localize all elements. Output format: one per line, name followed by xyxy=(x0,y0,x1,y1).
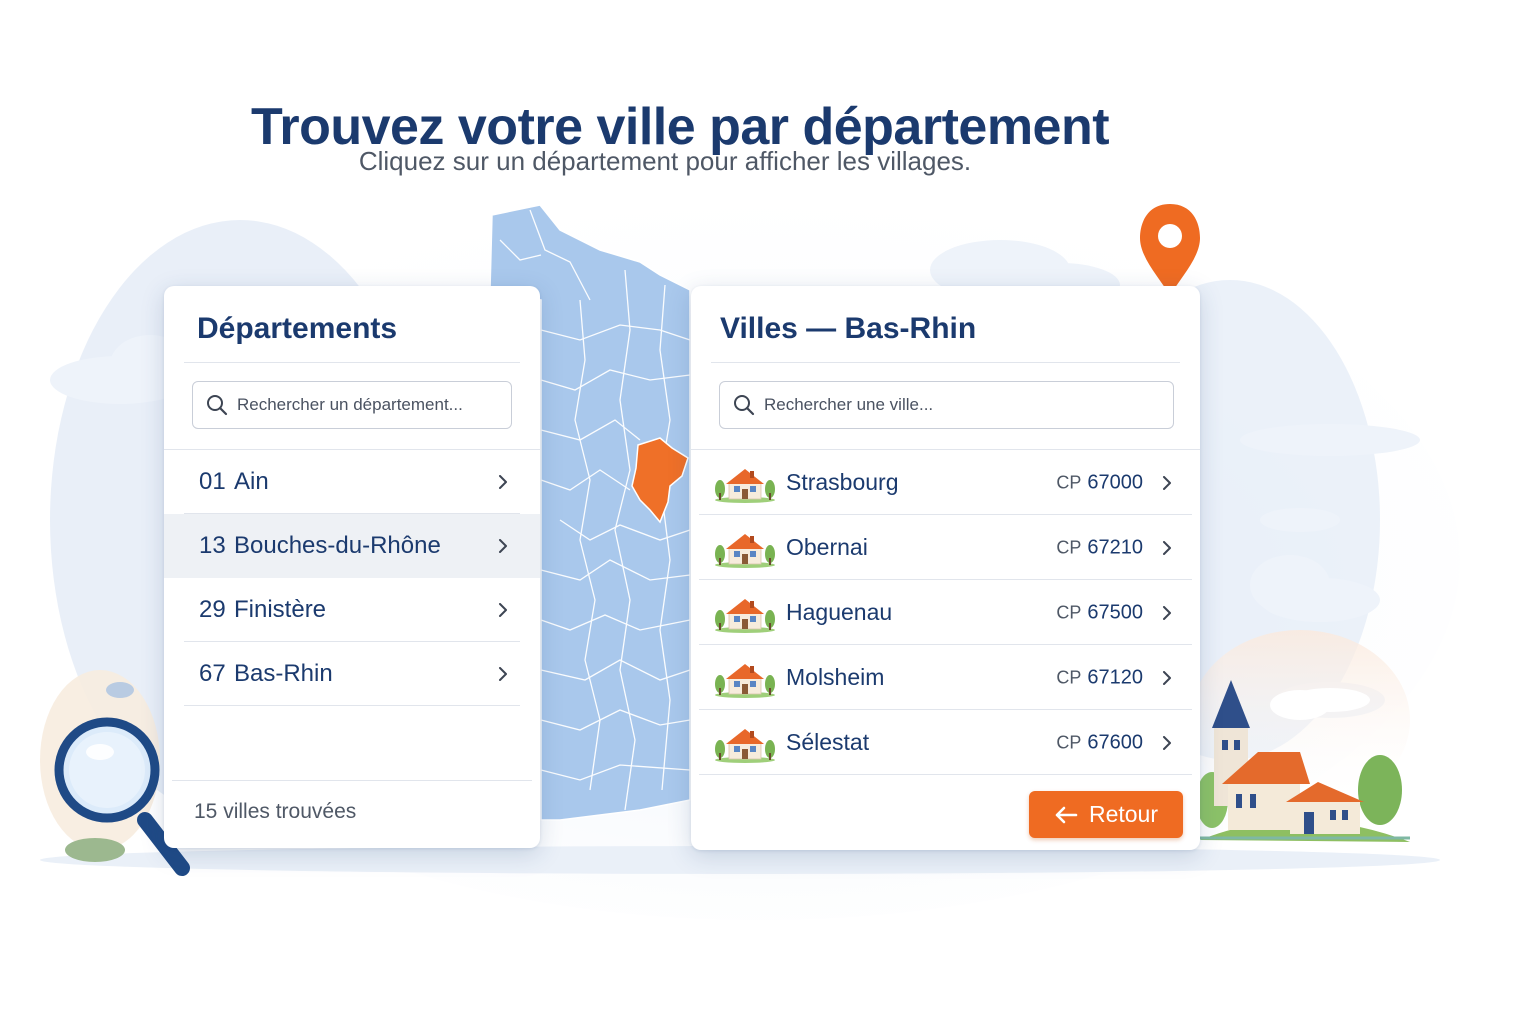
chevron-right-icon xyxy=(499,603,507,617)
city-item[interactable]: Strasbourg CP 67000 xyxy=(691,450,1200,515)
chevron-right-icon xyxy=(499,667,507,681)
postal-code-prefix: CP xyxy=(1056,472,1082,492)
department-item-finistere[interactable]: 29 Finistère xyxy=(164,578,540,642)
cities-panel-title: Villes — Bas-Rhin xyxy=(720,312,977,345)
divider xyxy=(711,362,1180,363)
chevron-right-icon xyxy=(1163,540,1171,555)
postal-code-value: 67210 xyxy=(1087,536,1143,558)
postal-code: CP 67500 xyxy=(1056,601,1143,624)
postal-code-prefix: CP xyxy=(1056,667,1082,687)
search-icon xyxy=(734,395,755,416)
chevron-right-icon xyxy=(499,475,507,489)
house-icon xyxy=(715,663,775,698)
department-item-bas-rhin[interactable]: 67 Bas-Rhin xyxy=(164,642,540,706)
divider xyxy=(172,780,532,781)
postal-code-value: 67000 xyxy=(1087,471,1143,493)
department-item-ain[interactable]: 01 Ain xyxy=(164,450,540,514)
department-search-input[interactable] xyxy=(237,395,487,415)
postal-code-value: 67600 xyxy=(1087,731,1143,753)
postal-code: CP 67120 xyxy=(1056,666,1143,689)
departments-panel: Départements 01 Ain 13 Bouches-du-Rhône … xyxy=(164,286,540,848)
city-item[interactable]: Obernai CP 67210 xyxy=(691,515,1200,580)
city-name: Obernai xyxy=(786,534,868,560)
search-icon xyxy=(207,395,228,416)
city-name: Strasbourg xyxy=(786,469,899,495)
postal-code: CP 67210 xyxy=(1056,536,1143,559)
chevron-right-icon xyxy=(499,539,507,553)
department-code: 29 xyxy=(199,596,226,623)
department-code: 01 xyxy=(199,468,226,495)
postal-code-value: 67500 xyxy=(1087,601,1143,623)
chevron-right-icon xyxy=(1163,670,1171,685)
city-name: Sélestat xyxy=(786,729,870,755)
department-search-box[interactable] xyxy=(192,381,512,429)
village-illustration xyxy=(1190,630,1410,842)
page-subtitle: Cliquez sur un département pour afficher… xyxy=(358,146,972,176)
department-code: 13 xyxy=(199,532,226,559)
result-count: 15 villes trouvées xyxy=(194,800,357,823)
postal-code: CP 67000 xyxy=(1056,471,1143,494)
postal-code-prefix: CP xyxy=(1056,732,1082,752)
city-search-box[interactable] xyxy=(719,381,1174,429)
back-button-label: Retour xyxy=(1088,801,1159,827)
divider xyxy=(184,362,520,363)
chevron-right-icon xyxy=(1163,605,1171,620)
city-name: Molsheim xyxy=(786,664,885,690)
arrow-left-icon xyxy=(1055,806,1078,823)
department-code: 67 xyxy=(199,660,226,687)
department-name: Bas-Rhin xyxy=(234,660,333,687)
city-item[interactable]: Sélestat CP 67600 xyxy=(691,710,1200,775)
postal-code: CP 67600 xyxy=(1056,731,1143,754)
city-list: Strasbourg CP 67000 Obernai CP 67210 Haguenau C… xyxy=(691,450,1200,775)
postal-code-prefix: CP xyxy=(1056,537,1082,557)
cities-panel: Villes — Bas-Rhin StrasbourgCP67000Obern… xyxy=(691,286,1200,850)
page: Trouvez votre ville par département Cliq… xyxy=(0,0,1536,1024)
departments-panel-title: Départements xyxy=(197,312,398,345)
city-search-input[interactable] xyxy=(764,395,1014,415)
city-item[interactable]: Haguenau CP 67500 xyxy=(691,580,1200,645)
department-name: Finistère xyxy=(234,596,327,623)
department-name: Bouches-du-Rhône xyxy=(234,532,441,559)
house-icon xyxy=(715,468,775,503)
city-item[interactable]: Molsheim CP 67120 xyxy=(691,645,1200,710)
department-list: 01 Ain 13 Bouches-du-Rhône 29 Finistère … xyxy=(164,450,540,706)
postal-code-prefix: CP xyxy=(1056,602,1082,622)
back-button[interactable]: Retour xyxy=(1029,791,1183,838)
postal-code-value: 67120 xyxy=(1087,666,1143,688)
department-name: Ain xyxy=(234,468,269,495)
house-icon xyxy=(715,598,775,633)
city-name: Haguenau xyxy=(786,599,893,625)
chevron-right-icon xyxy=(1163,475,1171,490)
house-icon xyxy=(715,533,775,568)
department-item-bouches-du-rhone[interactable]: 13 Bouches-du-Rhône xyxy=(164,514,540,578)
house-icon xyxy=(715,728,775,763)
chevron-right-icon xyxy=(1163,735,1171,750)
